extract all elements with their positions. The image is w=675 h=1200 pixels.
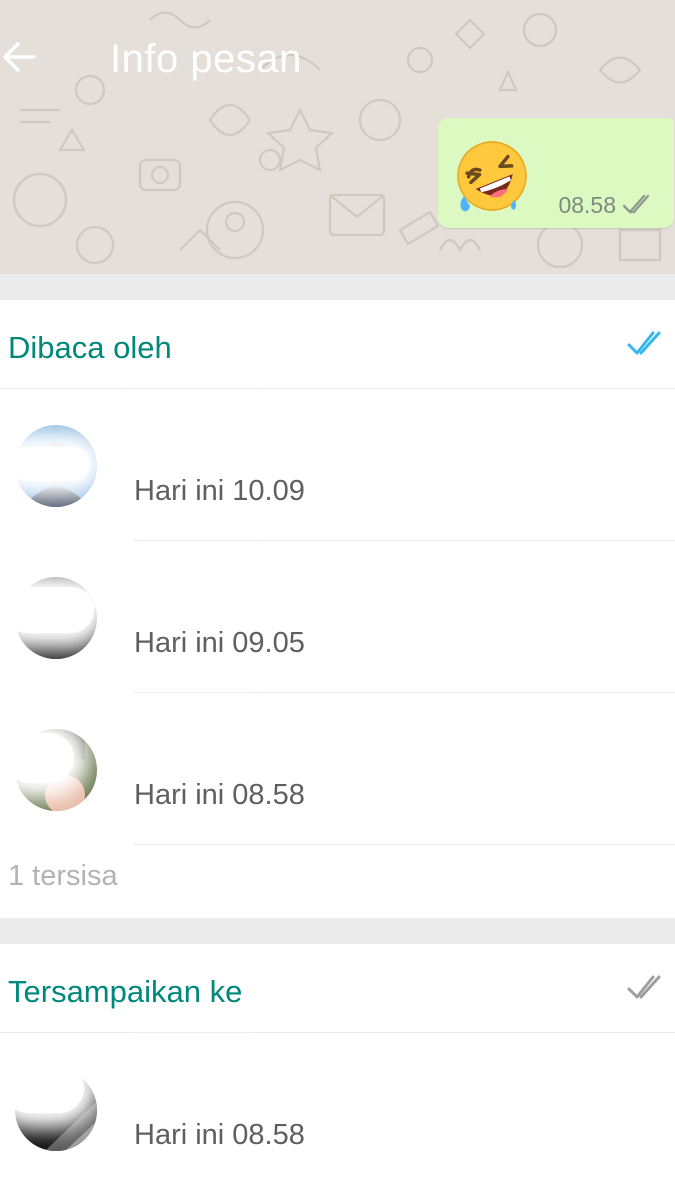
chat-wallpaper: Info pesan 08.58	[0, 0, 675, 274]
name-redaction	[118, 709, 258, 749]
contact-row[interactable]: Hari ini 08.58	[0, 693, 675, 845]
delivered-time: Hari ini 08.58	[134, 1119, 305, 1151]
contact-row[interactable]: Hari ini 08.58	[0, 1033, 675, 1185]
read-time: Hari ini 10.09	[134, 475, 305, 507]
avatar-redaction	[4, 733, 74, 783]
read-by-label: Dibaca oleh	[8, 330, 172, 365]
app-bar: Info pesan	[0, 0, 675, 118]
name-redaction	[118, 409, 268, 449]
page-title: Info pesan	[110, 37, 302, 81]
delivered-to-header: Tersampaikan ke	[0, 944, 675, 1033]
double-check-blue-icon	[627, 331, 661, 355]
divider	[133, 844, 675, 845]
avatar-redaction	[4, 1063, 84, 1113]
read-time: Hari ini 09.05	[134, 627, 305, 659]
avatar-redaction	[10, 447, 90, 481]
double-check-gray-icon	[622, 194, 650, 214]
contact-row[interactable]: Hari ini 09.05	[0, 541, 675, 693]
delivered-to-label: Tersampaikan ke	[8, 974, 243, 1009]
message-time: 08.58	[558, 192, 616, 218]
contact-row[interactable]: Hari ini 10.09	[0, 389, 675, 541]
arrow-left-icon	[3, 42, 36, 72]
name-redaction	[118, 1055, 268, 1095]
back-button[interactable]	[0, 36, 44, 80]
read-by-header: Dibaca oleh	[0, 300, 675, 389]
avatar-redaction	[4, 587, 94, 633]
delivered-to-section: Tersampaikan ke Hari ini 08.58	[0, 944, 675, 1200]
name-redaction	[118, 565, 278, 605]
message-bubble[interactable]: 08.58	[438, 118, 674, 228]
read-time: Hari ini 08.58	[134, 779, 305, 811]
rolling-laughing-emoji-icon	[457, 141, 527, 212]
remaining-count[interactable]: 1 tersisa	[8, 860, 118, 893]
read-by-section: Dibaca oleh Hari ini 10.09 Hari ini 09.0…	[0, 300, 675, 918]
double-check-gray-icon	[627, 975, 661, 999]
